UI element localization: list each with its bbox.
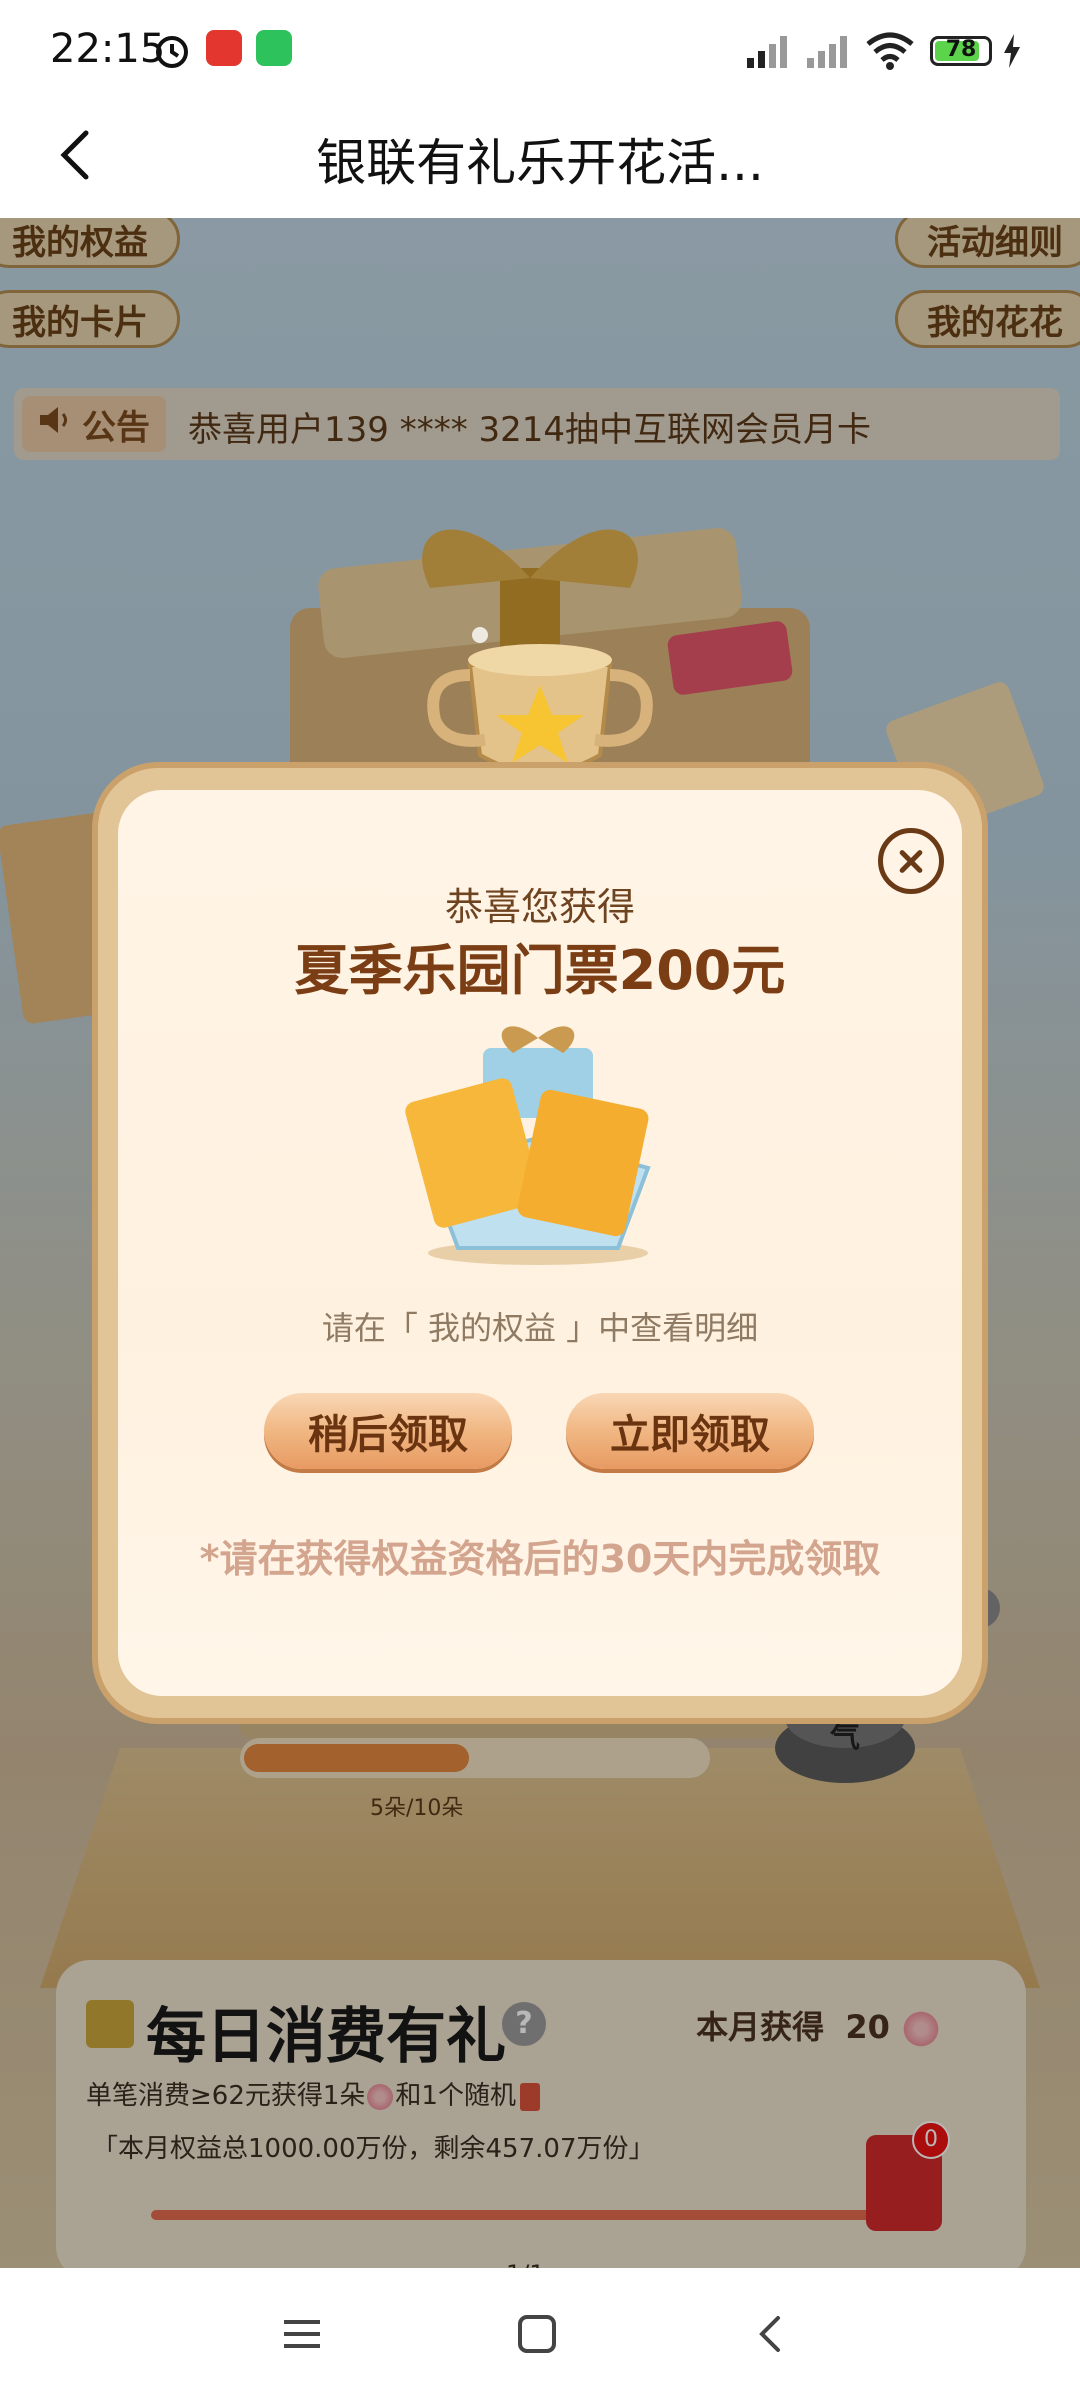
page-title: 银联有礼乐开花活... — [316, 134, 764, 192]
notification-app-icon — [206, 30, 242, 66]
alarm-icon — [152, 30, 192, 74]
back-icon[interactable] — [750, 2312, 794, 2360]
claim-deadline-warning: *请在获得权益资格后的30天内完成领取 — [199, 1537, 881, 1581]
claim-now-button[interactable]: 立即领取 — [566, 1393, 814, 1469]
signal-icon — [745, 34, 793, 72]
claim-later-button[interactable]: 稍后领取 — [264, 1393, 512, 1469]
top-app-bar: 银联有礼乐开花活... — [0, 95, 1080, 218]
battery-icon: 78 — [930, 36, 992, 66]
hint-text: 请在「 我的权益 」中查看明细 — [321, 1309, 759, 1347]
system-nav-bar — [0, 2268, 1080, 2400]
prize-dialog: 恭喜您获得 夏季乐园门票200元 请在「 我的权益 」中查看明细 稍后领取 立即… — [98, 768, 982, 1718]
status-time: 22:15 — [50, 26, 166, 72]
status-bar: 22:15 78 — [0, 0, 1080, 95]
congrats-text: 恭喜您获得 — [444, 885, 635, 929]
ticket-gift-illustration — [388, 1018, 688, 1268]
charging-icon — [1002, 34, 1022, 72]
wifi-icon — [865, 32, 915, 74]
menu-icon[interactable] — [280, 2312, 324, 2360]
prize-title: 夏季乐园门票200元 — [294, 939, 786, 1002]
wechat-icon — [256, 30, 292, 66]
signal-off-icon — [805, 34, 853, 72]
battery-level: 78 — [945, 37, 977, 62]
home-icon[interactable] — [515, 2312, 559, 2360]
